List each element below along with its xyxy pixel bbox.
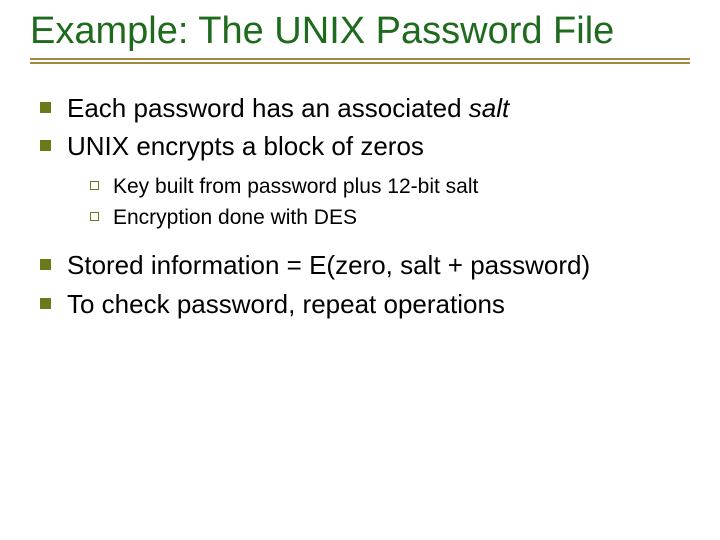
sub-bullet-item: Encryption done with DES: [90, 204, 690, 231]
text-run: Each password has an associated: [67, 93, 469, 123]
sub-bullet-text: Key built from password plus 12-bit salt: [113, 173, 478, 200]
text-emphasis: salt: [469, 93, 509, 123]
bullet-item: Stored information = E(zero, salt + pass…: [40, 249, 690, 282]
hollow-square-bullet-icon: [90, 212, 99, 221]
bullet-item: To check password, repeat operations: [40, 288, 690, 321]
bullet-text: To check password, repeat operations: [67, 288, 505, 321]
square-bullet-icon: [40, 140, 51, 151]
hollow-square-bullet-icon: [90, 181, 99, 190]
bullet-text: UNIX encrypts a block of zeros: [67, 130, 424, 163]
bullet-text: Each password has an associated salt: [67, 92, 509, 125]
sub-bullet-text: Encryption done with DES: [113, 204, 357, 231]
slide-title: Example: The UNIX Password File: [30, 10, 690, 64]
sub-bullet-group: Key built from password plus 12-bit salt…: [90, 173, 690, 232]
slide: Example: The UNIX Password File Each pas…: [0, 0, 720, 540]
bullet-item: Each password has an associated salt: [40, 92, 690, 125]
bullet-item: UNIX encrypts a block of zeros: [40, 130, 690, 163]
square-bullet-icon: [40, 102, 51, 113]
square-bullet-icon: [40, 298, 51, 309]
square-bullet-icon: [40, 259, 51, 270]
bullet-text: Stored information = E(zero, salt + pass…: [67, 249, 590, 282]
sub-bullet-item: Key built from password plus 12-bit salt: [90, 173, 690, 200]
slide-body: Each password has an associated salt UNI…: [30, 82, 690, 321]
